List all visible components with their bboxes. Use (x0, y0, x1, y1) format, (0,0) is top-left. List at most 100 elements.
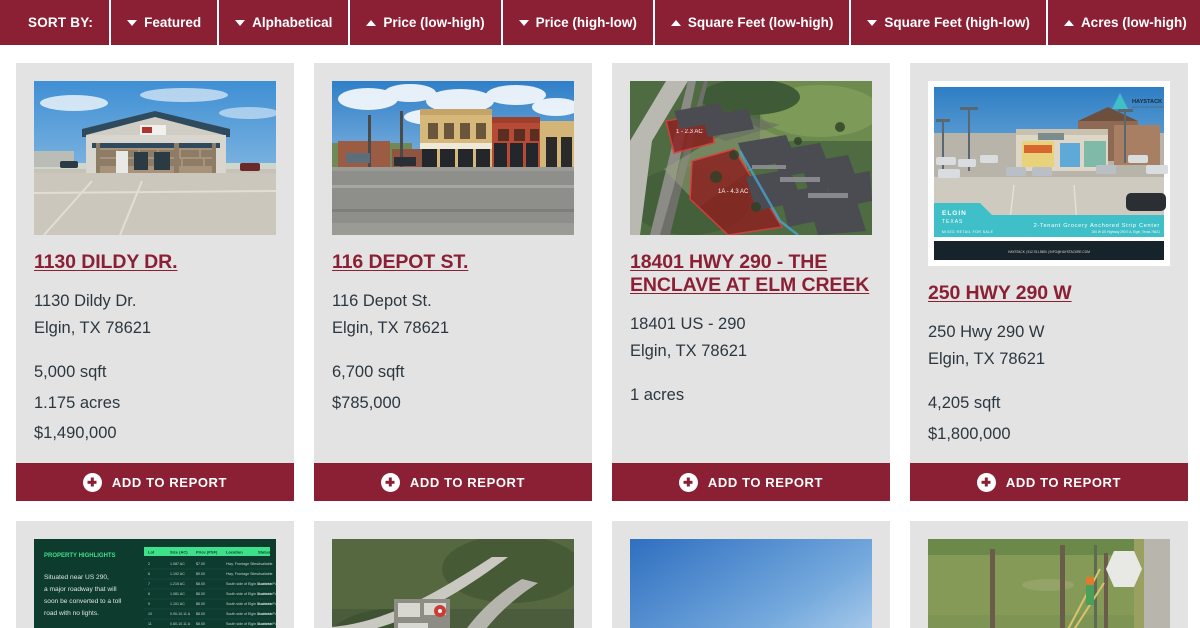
listing-sqft: 4,205 sqft (928, 394, 1001, 413)
svg-text:Available: Available (258, 612, 273, 616)
svg-text:Size (AC): Size (AC) (170, 550, 188, 555)
sort-option-label: Square Feet (high-low) (884, 15, 1030, 30)
listing-card[interactable] (910, 521, 1188, 628)
listing-card[interactable]: 116 DEPOT ST. 116 Depot St. Elgin, TX 78… (314, 63, 592, 502)
listing-photo[interactable]: PROPERTY HIGHLIGHTS Situated near US 290… (34, 539, 276, 628)
listing-acres: 1 acres (630, 386, 685, 405)
svg-text:ELGIN: ELGIN (942, 210, 967, 217)
listing-photo[interactable] (928, 539, 1170, 628)
svg-text:MIXED RETAIL FOR SALE: MIXED RETAIL FOR SALE (942, 230, 994, 234)
address-line-2: Elgin, TX 78621 (332, 318, 450, 337)
svg-text:Price (PSF): Price (PSF) (196, 550, 218, 555)
listing-photo[interactable]: 1 - 2.3 AC 1A - 4.3 AC (630, 81, 872, 235)
svg-text:Situated near US 290,: Situated near US 290, (44, 574, 109, 581)
add-to-report-button[interactable]: ADD TO REPORT (910, 463, 1188, 502)
svg-text:Available: Available (258, 602, 273, 606)
svg-text:9: 9 (148, 602, 150, 606)
sort-option-price-low-high[interactable]: Price (low-high) (348, 0, 500, 45)
sort-option-featured[interactable]: Featured (109, 0, 217, 45)
address-line-1: 1130 Dildy Dr. (34, 292, 137, 310)
listing-stats: 6,700 sqft $785,000 (332, 357, 574, 418)
listing-stats: 5,000 sqft 1.175 acres $1,490,000 (34, 357, 276, 448)
chevron-up-icon (1063, 19, 1074, 26)
address-line-2: Elgin, TX 78621 (928, 349, 1046, 368)
sort-option-sqft-high-low[interactable]: Square Feet (high-low) (849, 0, 1046, 45)
listing-card-body: 1130 DILDY DR. 1130 Dildy Dr. Elgin, TX … (16, 63, 294, 463)
svg-text:10: 10 (148, 612, 152, 616)
listing-photo[interactable] (332, 81, 574, 235)
svg-text:11: 11 (148, 622, 152, 626)
add-to-report-label: ADD TO REPORT (707, 474, 824, 490)
listing-card-body: ELGIN TEXAS MIXED RETAIL FOR SALE 2-Tena… (910, 63, 1188, 463)
chevron-down-icon (127, 19, 138, 26)
listing-card-body: 1 - 2.3 AC 1A - 4.3 AC 18401 HWY 290 - T… (612, 63, 890, 463)
listing-title-link[interactable]: 18401 HWY 290 - THE ENCLAVE AT ELM CREEK (630, 251, 872, 297)
chevron-down-icon (235, 19, 246, 26)
marketing-flyer-image: ELGIN TEXAS MIXED RETAIL FOR SALE 2-Tena… (928, 81, 1170, 266)
listing-card[interactable]: ELGIN TEXAS MIXED RETAIL FOR SALE 2-Tena… (910, 63, 1188, 502)
listing-card-body (612, 521, 890, 628)
svg-text:6: 6 (148, 572, 150, 576)
address-line-2: Elgin, TX 78621 (34, 318, 152, 337)
svg-text:1.101 AC: 1.101 AC (170, 602, 185, 606)
plus-icon (82, 472, 102, 492)
address-line-1: 18401 US - 290 (630, 315, 746, 333)
listing-title-link[interactable]: 250 HWY 290 W (928, 282, 1170, 305)
listing-sqft: 6,700 sqft (332, 363, 405, 382)
listing-card[interactable]: PROPERTY HIGHLIGHTS Situated near US 290… (16, 521, 294, 628)
sort-option-price-high-low[interactable]: Price (high-low) (500, 0, 653, 45)
address-line-2: Elgin, TX 78621 (630, 341, 748, 360)
svg-text:$8.00: $8.00 (196, 582, 205, 586)
add-to-report-button[interactable]: ADD TO REPORT (314, 463, 592, 502)
svg-text:1.192 AC: 1.192 AC (170, 572, 185, 576)
svg-text:HAYSTACK | 512.761.5500 | INFO: HAYSTACK | 512.761.5500 | INFO@HAYSTACKR… (1008, 250, 1090, 254)
sort-bar: SORT BY: Featured Alphabetical Price (lo… (0, 0, 1200, 45)
svg-text:0.80-10.11 A: 0.80-10.11 A (170, 622, 191, 626)
svg-text:2-Tenant Grocery Anchored Stri: 2-Tenant Grocery Anchored Strip Center (1034, 223, 1160, 229)
sort-option-label: Acres (low-high) (1080, 15, 1187, 30)
add-to-report-label: ADD TO REPORT (1005, 474, 1122, 490)
svg-text:$8.00: $8.00 (196, 592, 205, 596)
add-to-report-button[interactable]: ADD TO REPORT (612, 463, 890, 502)
svg-text:Available: Available (258, 572, 273, 576)
svg-text:a major roadway that will: a major roadway that will (44, 586, 117, 593)
satellite-map-image: MART (332, 539, 574, 628)
listing-card[interactable]: MART (314, 521, 592, 628)
svg-text:1.087 AC: 1.087 AC (170, 562, 185, 566)
svg-text:Available: Available (258, 622, 273, 626)
listing-photo[interactable] (34, 81, 276, 235)
listing-card[interactable] (612, 521, 890, 628)
add-to-report-button[interactable]: ADD TO REPORT (16, 463, 294, 502)
svg-text:Available: Available (258, 562, 273, 566)
aerial-site-plan-image: 1 - 2.3 AC 1A - 4.3 AC (630, 81, 872, 235)
listing-address: 18401 US - 290 Elgin, TX 78621 (630, 311, 872, 364)
listing-card-body: 116 DEPOT ST. 116 Depot St. Elgin, TX 78… (314, 63, 592, 463)
sort-option-label: Alphabetical (252, 15, 333, 30)
svg-text:$8.00: $8.00 (196, 622, 205, 626)
sort-option-acres-low-high[interactable]: Acres (low-high) (1045, 0, 1200, 45)
sort-option-label: Price (high-low) (535, 15, 637, 30)
grass-lot-image (928, 539, 1170, 628)
plus-icon (976, 472, 996, 492)
svg-text:REAL ESTATE PARTNERS: REAL ESTATE PARTNERS (1132, 105, 1164, 109)
address-line-1: 250 Hwy 290 W (928, 323, 1045, 341)
listing-title-link[interactable]: 1130 DILDY DR. (34, 251, 276, 274)
svg-text:TEXAS: TEXAS (942, 219, 963, 225)
listing-photo[interactable] (630, 539, 872, 628)
svg-text:$8.00: $8.00 (196, 612, 205, 616)
listing-card[interactable]: 1 - 2.3 AC 1A - 4.3 AC 18401 HWY 290 - T… (612, 63, 890, 502)
downtown-storefronts-image (332, 81, 574, 235)
svg-text:Lot: Lot (148, 550, 155, 555)
listing-card[interactable]: 1130 DILDY DR. 1130 Dildy Dr. Elgin, TX … (16, 63, 294, 502)
plus-icon (380, 472, 400, 492)
listing-acres: 1.175 acres (34, 393, 121, 412)
svg-text:Available: Available (258, 582, 273, 586)
listing-title-link[interactable]: 116 DEPOT ST. (332, 251, 574, 274)
sort-option-sqft-low-high[interactable]: Square Feet (low-high) (652, 0, 850, 45)
listing-photo[interactable]: MART (332, 539, 574, 628)
svg-text:Location: Location (226, 550, 243, 555)
svg-text:0.90-10.11 A: 0.90-10.11 A (170, 612, 191, 616)
svg-text:soon be converted to a toll: soon be converted to a toll (44, 598, 122, 605)
sort-option-alphabetical[interactable]: Alphabetical (217, 0, 348, 45)
listing-photo[interactable]: ELGIN TEXAS MIXED RETAIL FOR SALE 2-Tena… (928, 81, 1170, 266)
